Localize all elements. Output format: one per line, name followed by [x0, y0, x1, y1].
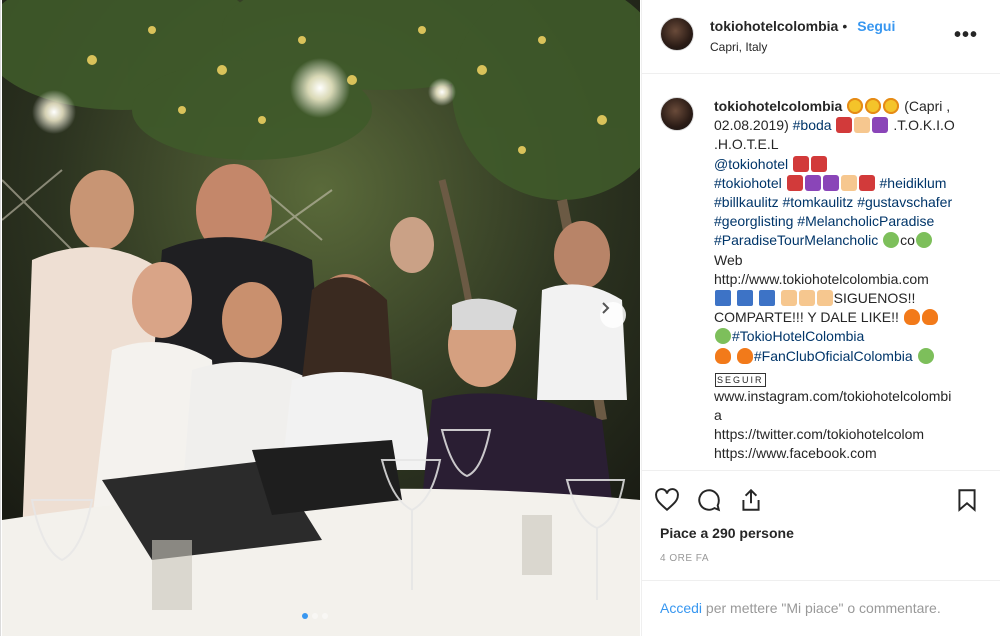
- avatar[interactable]: [660, 17, 694, 51]
- caption-line: co: [900, 232, 915, 249]
- collision-emoji-icon: [715, 347, 731, 364]
- heart-eyes-emoji-icon: [883, 98, 900, 114]
- caption-area: tokiohotelcolombia (Capri , 02.08.2019) …: [642, 75, 1000, 470]
- hashtag-link[interactable]: #boda: [793, 117, 832, 133]
- login-link[interactable]: Accedi: [660, 600, 702, 616]
- hashtag-link[interactable]: #tokiohotel: [714, 175, 782, 191]
- post-side-panel: tokiohotelcolombia • Segui Capri, Italy …: [641, 0, 1000, 636]
- hashtag-link[interactable]: #TokioHotelColombia: [732, 328, 864, 344]
- caption-line: (Capri ,: [900, 98, 951, 114]
- caption-username[interactable]: tokiohotelcolombia: [714, 98, 842, 114]
- left-right-arrow-emoji-icon: [736, 290, 753, 307]
- like-button[interactable]: [654, 487, 680, 518]
- pointing-hand-emoji-icon: [780, 290, 797, 307]
- music-emoji-icon: [822, 174, 839, 191]
- lips-emoji-icon: [793, 155, 810, 172]
- left-right-arrow-emoji-icon: [758, 290, 775, 307]
- seguir-letter-tiles: SEGUIR: [715, 372, 766, 387]
- post-header: tokiohotelcolombia • Segui Capri, Italy …: [642, 0, 1000, 74]
- instagram-post-window: tokiohotelcolombia • Segui Capri, Italy …: [0, 0, 1000, 636]
- hashtag-link[interactable]: #billkaulitz: [714, 194, 779, 210]
- location-link[interactable]: Capri, Italy: [710, 40, 767, 54]
- bride-emoji-icon: [854, 117, 871, 134]
- header-username[interactable]: tokiohotelcolombia: [710, 18, 838, 34]
- hashtag-link[interactable]: #MelancholicParadise: [797, 213, 934, 229]
- alien-emoji-icon: [915, 232, 932, 249]
- hashtag-link[interactable]: #gustavschafer: [857, 194, 952, 210]
- pointing-hand-emoji-icon: [798, 290, 815, 307]
- likes-count[interactable]: Piace a 290 persone: [660, 525, 794, 541]
- caption-line: https://www.facebook.com: [714, 445, 877, 462]
- comment-button[interactable]: [696, 487, 722, 518]
- hashtag-link[interactable]: #heidiklum: [880, 175, 947, 191]
- heart-emoji-icon: [811, 155, 828, 172]
- avatar[interactable]: [660, 97, 694, 131]
- pointing-hand-emoji-icon: [816, 290, 833, 307]
- header-separator: •: [842, 18, 848, 34]
- post-timestamp[interactable]: 4 ORE FA: [660, 553, 709, 564]
- fire-emoji-icon: [921, 309, 938, 326]
- share-icon: [742, 488, 760, 511]
- follow-button[interactable]: Segui: [857, 18, 895, 34]
- chevron-right-icon: [602, 302, 610, 314]
- left-right-arrow-emoji-icon: [715, 290, 731, 307]
- caption-line: a: [714, 407, 722, 424]
- login-text: Accedi per mettere "Mi piace" o commenta…: [660, 600, 941, 616]
- share-button[interactable]: [738, 487, 764, 518]
- photo-illustration: [2, 0, 640, 636]
- header-user: tokiohotelcolombia • Segui: [710, 18, 895, 34]
- caption-line: www.instagram.com/tokiohotelcolombi: [714, 387, 952, 404]
- comment-icon: [698, 489, 721, 512]
- alien-emoji-icon: [883, 232, 900, 249]
- carousel-dot: [312, 613, 318, 619]
- collision-emoji-icon: [736, 347, 753, 364]
- lips-emoji-icon: [858, 174, 875, 191]
- fire-emoji-icon: [903, 309, 920, 326]
- save-button[interactable]: [954, 487, 980, 518]
- caption-line: 02.08.2019): [714, 117, 793, 134]
- heart-icon: [655, 488, 679, 512]
- heart-eyes-emoji-icon: [847, 98, 864, 114]
- victory-hand-emoji-icon: [840, 174, 857, 191]
- hashtag-link[interactable]: #ParadiseTourMelancholic: [714, 232, 878, 248]
- login-rest-text: per mettere "Mi piace" o commentare.: [702, 600, 941, 616]
- caption-line: https://twitter.com/tokiohotelcolom: [714, 426, 925, 443]
- caption-line: COMPARTE!!! Y DALE LIKE!!: [714, 309, 899, 326]
- hashtag-link[interactable]: #FanClubOficialColombia: [754, 348, 913, 364]
- hashtag-link[interactable]: #georglisting: [714, 213, 793, 229]
- caption-line: SIGUENOS!!: [833, 290, 916, 307]
- heart-eyes-emoji-icon: [865, 98, 882, 114]
- church-emoji-icon: [836, 117, 853, 134]
- carousel-dot: [322, 613, 328, 619]
- hashtag-link[interactable]: #tomkaulitz: [782, 194, 853, 210]
- carousel-dot-active: [302, 613, 308, 619]
- login-prompt: Accedi per mettere "Mi piace" o commenta…: [642, 580, 1000, 636]
- more-options-button[interactable]: •••: [954, 24, 978, 47]
- caption-text: tokiohotelcolombia (Capri , 02.08.2019) …: [714, 97, 984, 464]
- alien-emoji-icon: [715, 328, 731, 345]
- music-emoji-icon: [804, 174, 821, 191]
- heart-emoji-icon: [786, 174, 803, 191]
- post-photo[interactable]: [2, 0, 640, 636]
- caption-line: Web: [714, 251, 743, 268]
- caption-line: http://www.tokiohotelcolombia.com: [714, 270, 929, 287]
- bookmark-icon: [958, 489, 976, 512]
- carousel-indicator: [302, 613, 328, 619]
- caption-line: .T.O.K.I.O: [889, 117, 955, 134]
- carousel-next-button[interactable]: [600, 302, 626, 328]
- mention-link[interactable]: @tokiohotel: [714, 156, 788, 172]
- caption-line: .H.O.T.E.L: [714, 136, 779, 153]
- groom-emoji-icon: [872, 117, 889, 134]
- alien-emoji-icon: [917, 347, 934, 364]
